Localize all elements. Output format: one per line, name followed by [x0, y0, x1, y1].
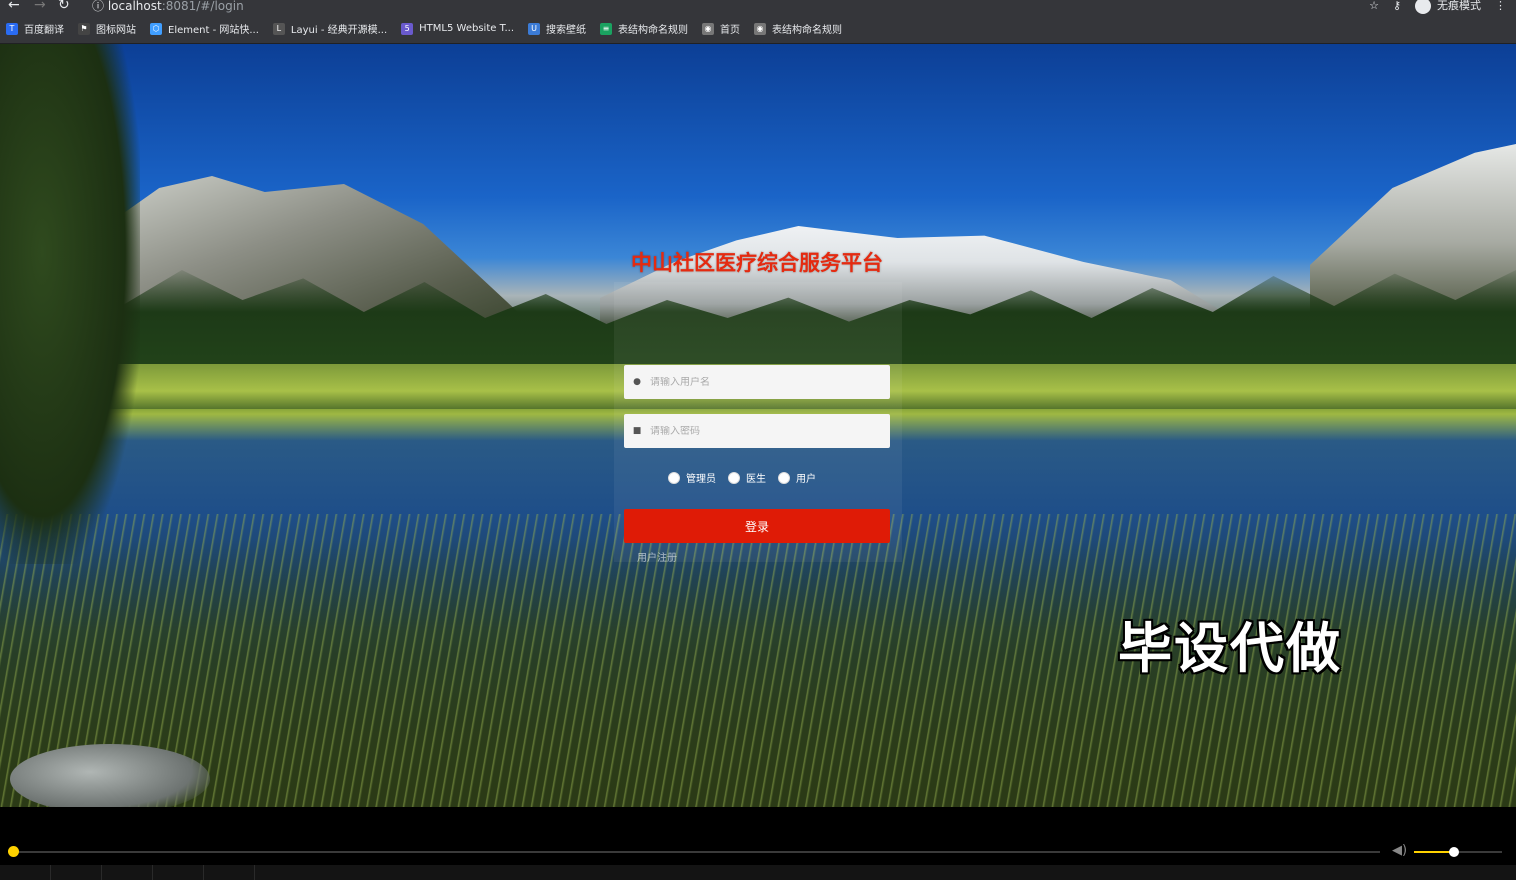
password-input[interactable]	[650, 425, 870, 437]
url-path: :8081/#/login	[161, 0, 244, 13]
reload-icon[interactable]: ↻	[58, 0, 70, 13]
radio-button[interactable]	[668, 471, 680, 484]
bookmark-item[interactable]: 5 HTML5 Website T...	[401, 22, 515, 35]
bookmark-label: 搜索壁纸	[546, 25, 587, 36]
bookmark-label: 百度翻译	[24, 25, 64, 36]
role-radio-group: 管理员 医生 用户	[668, 470, 820, 485]
bookmark-item[interactable]: U 搜索壁纸	[528, 21, 586, 36]
element-icon: ⬡	[150, 22, 162, 35]
role-label: 用户	[796, 474, 816, 485]
page-title: 中山社区医疗综合服务平台	[631, 251, 883, 275]
layui-icon: L	[272, 22, 285, 35]
url-host: localhost	[107, 0, 162, 13]
forward-arrow-icon[interactable]: →	[34, 0, 46, 13]
username-input[interactable]	[650, 376, 870, 388]
progress-handle[interactable]	[8, 846, 19, 857]
wallpaper-icon: U	[528, 22, 541, 35]
register-link[interactable]: 用户注册	[637, 549, 677, 564]
volume-fill	[1414, 851, 1454, 853]
info-icon: ⓘ	[92, 0, 105, 13]
role-option-admin[interactable]: 管理员	[668, 470, 716, 485]
menu-kebab-icon[interactable]: ⋮	[1495, 0, 1506, 12]
bookmark-item[interactable]: T 百度翻译	[6, 21, 64, 36]
role-label: 管理员	[686, 474, 716, 485]
incognito-indicator[interactable]: 无痕模式	[1415, 0, 1481, 14]
bookmark-item[interactable]: L Layui - 经典开源模...	[272, 21, 388, 36]
incognito-label: 无痕模式	[1437, 0, 1481, 12]
bookmark-label: 图标网站	[96, 25, 136, 36]
bookmark-label: HTML5 Website T...	[419, 23, 515, 34]
incognito-icon	[1415, 0, 1431, 14]
volume-slider[interactable]	[1414, 847, 1502, 857]
user-icon: ●	[633, 377, 641, 387]
volume-icon[interactable]: ◀)	[1392, 843, 1407, 858]
bookmark-item[interactable]: ◉ 表结构命名规则	[754, 21, 842, 36]
bookmark-item[interactable]: ◉ 首页	[702, 21, 740, 36]
bookmarks-bar: T 百度翻译 ⚑ 图标网站 ⬡ Element - 网站快... L Layui - 经典开源…	[0, 14, 1516, 44]
translate-icon: T	[6, 22, 18, 35]
globe-icon: ◉	[702, 22, 715, 35]
bookmark-item[interactable]: ≡ 表结构命名规则	[600, 21, 688, 36]
html5-icon: 5	[401, 22, 414, 35]
progress-track[interactable]	[14, 851, 1380, 853]
role-label: 医生	[746, 474, 766, 485]
username-field[interactable]: ●	[624, 365, 890, 399]
role-option-user[interactable]: 用户	[778, 470, 816, 485]
video-player-bar: ◀)	[0, 807, 1516, 880]
bookmark-label: 首页	[720, 25, 741, 36]
back-arrow-icon[interactable]: ←	[8, 0, 20, 13]
table-icon: ≡	[600, 22, 613, 35]
url-field[interactable]: ⓘ localhost:8081/#/login	[92, 0, 244, 14]
lock-icon: ■	[632, 426, 642, 436]
globe-icon: ◉	[754, 22, 767, 35]
bookmark-label: Element - 网站快...	[168, 25, 259, 36]
bookmark-label: Layui - 经典开源模...	[290, 25, 388, 36]
player-footer	[0, 865, 1516, 880]
bookmark-label: 表结构命名规则	[772, 25, 843, 36]
flag-icon: ⚑	[78, 22, 90, 35]
bookmark-label: 表结构命名规则	[618, 25, 689, 36]
bookmark-item[interactable]: ⚑ 图标网站	[78, 21, 136, 36]
password-field[interactable]: ■	[624, 414, 890, 448]
login-button[interactable]: 登录	[624, 509, 890, 543]
bookmark-item[interactable]: ⬡ Element - 网站快...	[150, 21, 259, 36]
browser-address-bar: ← → ↻ ⓘ localhost:8081/#/login ☆ ⚷ 无痕模式 …	[0, 0, 1516, 14]
radio-button[interactable]	[728, 471, 740, 484]
role-option-doctor[interactable]: 医生	[728, 470, 766, 485]
volume-handle[interactable]	[1448, 847, 1459, 857]
star-bookmark-icon[interactable]: ☆	[1369, 0, 1379, 12]
key-icon[interactable]: ⚷	[1393, 0, 1401, 12]
watermark-text: 毕设代做	[1118, 617, 1342, 680]
radio-button[interactable]	[778, 471, 790, 484]
